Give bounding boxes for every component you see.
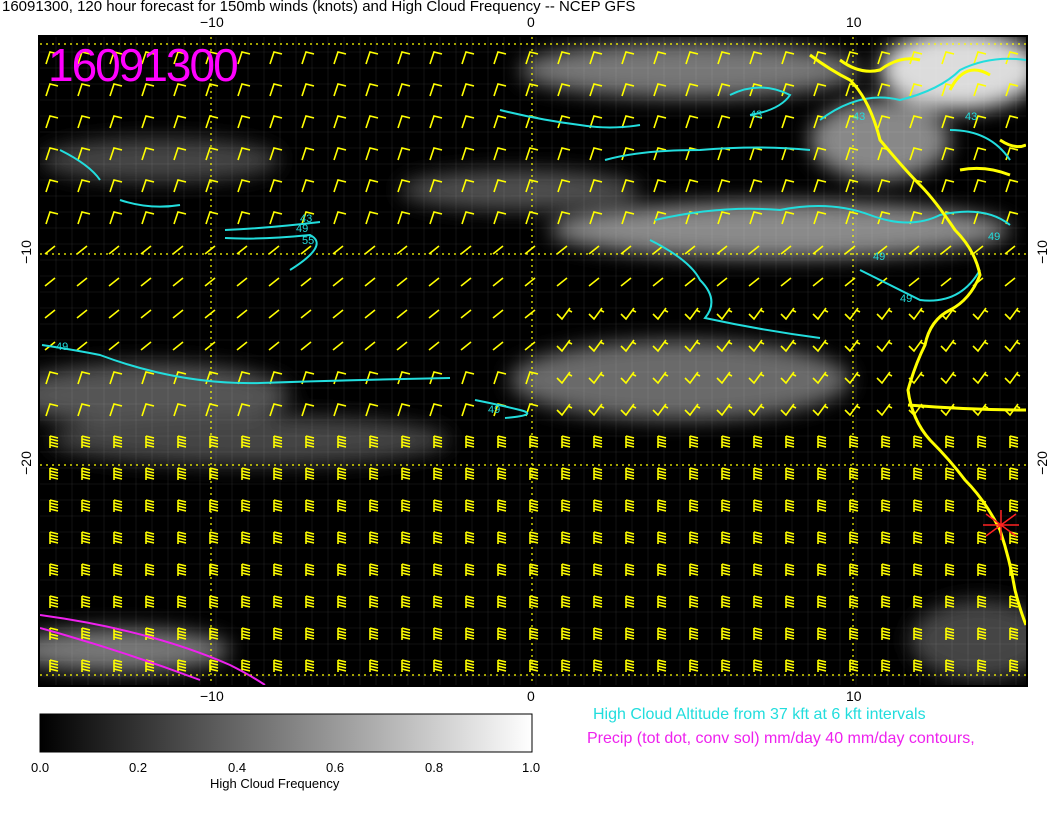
- x-tick-top-1: −10: [200, 14, 224, 30]
- x-tick-bottom-2: 0: [527, 688, 535, 704]
- contour-label: 49: [873, 251, 885, 263]
- colorbar-tick: 1.0: [522, 760, 541, 775]
- colorbar-title: High Cloud Frequency: [210, 776, 340, 791]
- contour-label: 49: [296, 223, 308, 235]
- y-tick-right-2: −20: [1033, 451, 1050, 475]
- colorbar-tick: 0.2: [129, 760, 148, 775]
- colorbar-tick: 0.6: [326, 760, 345, 775]
- x-tick-bottom-1: −10: [200, 688, 224, 704]
- contour-label: 49: [488, 404, 500, 416]
- x-tick-top-3: 10: [846, 14, 862, 30]
- x-tick-bottom-3: 10: [846, 688, 862, 704]
- contour-label: 49: [900, 293, 912, 305]
- contour-label: 49: [56, 341, 68, 353]
- legend-precip: Precip (tot dot, conv sol) mm/day 40 mm/…: [587, 730, 975, 747]
- contour-label: 55: [302, 235, 314, 247]
- colorbar: [39, 713, 533, 753]
- date-stamp: 16091300: [48, 39, 239, 91]
- y-tick-left-1: −10: [17, 240, 34, 264]
- y-tick-left-2: −20: [17, 451, 34, 475]
- colorbar-tick: 0.8: [425, 760, 444, 775]
- x-tick-top-2: 0: [527, 14, 535, 30]
- contour-label: 43: [965, 111, 977, 123]
- contour-label: 43: [750, 109, 762, 121]
- legend-cloud-altitude: High Cloud Altitude from 37 kft at 6 kft…: [593, 706, 926, 723]
- contour-label: 49: [988, 231, 1000, 243]
- contour-label: 43: [853, 111, 865, 123]
- y-tick-right-1: −10: [1033, 240, 1050, 264]
- colorbar-tick: 0.0: [31, 760, 50, 775]
- colorbar-tick: 0.4: [228, 760, 247, 775]
